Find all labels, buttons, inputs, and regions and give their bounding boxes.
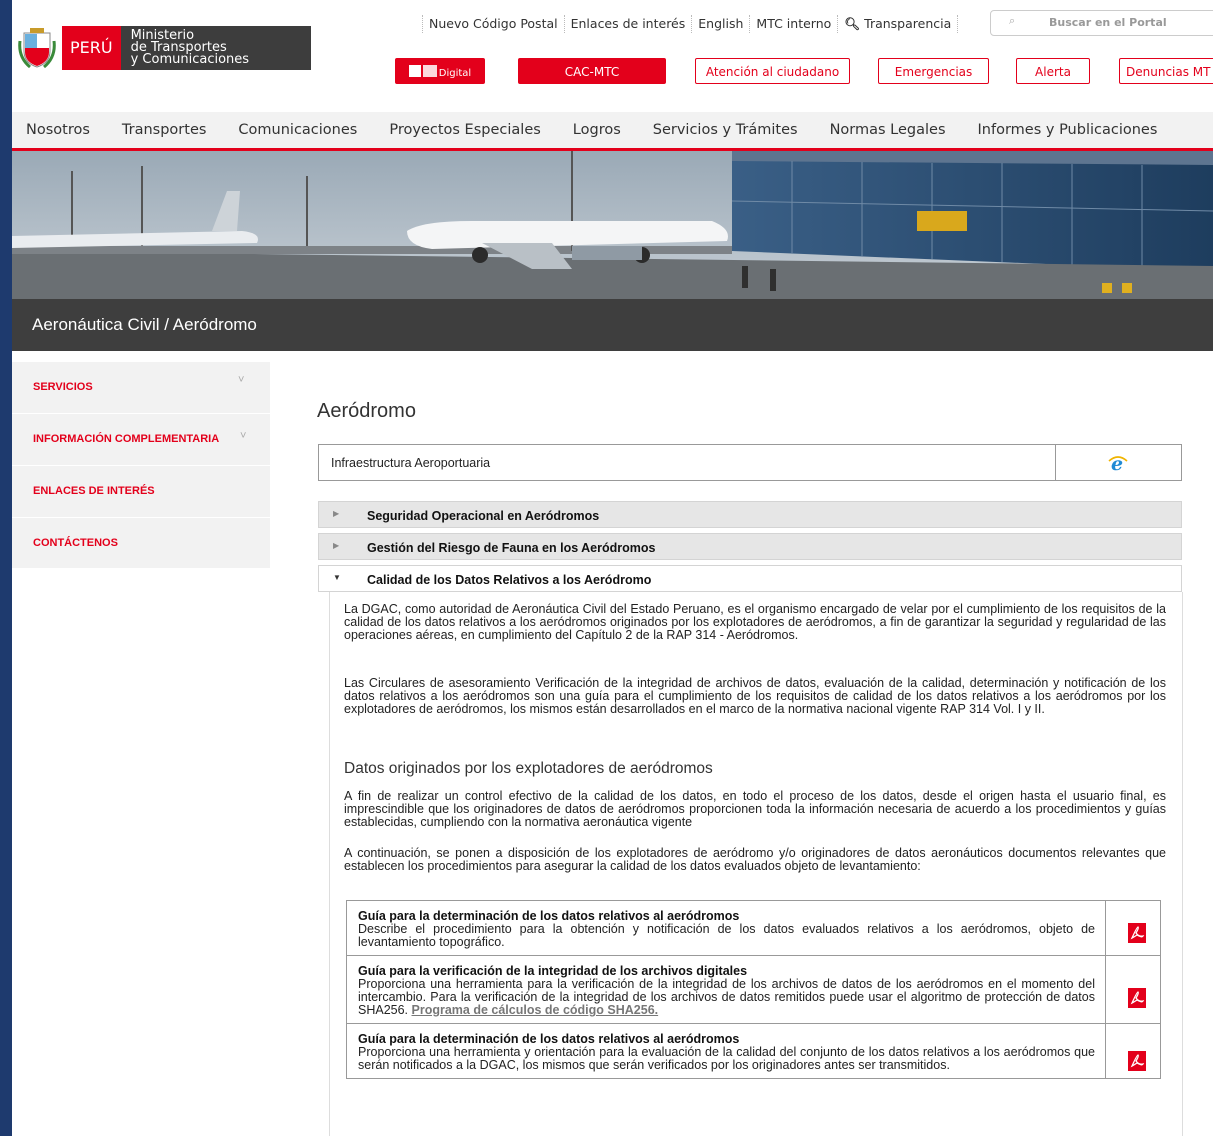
paragraph-continuacion: A continuación, se ponen a disposición d… [344, 846, 1166, 873]
caret-right-icon: ▶ [333, 509, 340, 518]
page-title: Aeródromo [317, 400, 416, 422]
link-mtc-interno[interactable]: MTC interno [749, 15, 837, 33]
subheading-datos: Datos originados por los explotadores de… [344, 760, 713, 777]
top-links: Nuevo Código Postal Enlaces de interés E… [422, 15, 959, 33]
denuncias-button[interactable]: Denuncias MT [1119, 58, 1213, 84]
cac-mtc-button[interactable]: CAC-MTC [518, 58, 666, 84]
sidebar-item-contactenos[interactable]: CONTÁCTENOS [12, 518, 270, 569]
airport-banner-image [12, 151, 1213, 299]
magnifier-icon: ⌕ [1009, 15, 1016, 27]
nav-servicios[interactable]: Servicios y Trámites [637, 112, 814, 148]
search-icon: 🔍︎ [844, 16, 861, 31]
table-row: Guía para la determinación de los datos … [347, 901, 1160, 956]
sidebar-item-enlaces[interactable]: ENLACES DE INTERÉS [12, 466, 270, 518]
search-input[interactable]: ⌕ Buscar en el Portal [990, 10, 1213, 36]
page: PERÚ Ministerio de Transportes y Comunic… [12, 0, 1213, 1136]
accordion-seguridad[interactable]: ▶ Seguridad Operacional en Aeródromos [318, 501, 1182, 528]
pdf-icon[interactable] [1128, 923, 1146, 943]
sidebar-item-informacion[interactable]: INFORMACIÓN COMPLEMENTARIA ˅ [12, 414, 270, 466]
infra-table: Infraestructura Aeroportuaria e [318, 444, 1182, 481]
nav-informes[interactable]: Informes y Publicaciones [962, 112, 1174, 148]
nav-normas[interactable]: Normas Legales [814, 112, 962, 148]
svg-text:e: e [1111, 453, 1123, 473]
documents-table: Guía para la determinación de los datos … [346, 900, 1161, 1079]
alerta-button[interactable]: Alerta [1016, 58, 1090, 84]
mtc-digital-icon [408, 65, 437, 77]
section-title: Aeronáutica Civil / Aeródromo [32, 315, 257, 334]
caret-down-icon: ▼ [333, 573, 341, 582]
nav-comunicaciones[interactable]: Comunicaciones [222, 112, 373, 148]
ie-link-cell[interactable]: e [1055, 445, 1182, 480]
infra-label: Infraestructura Aeroportuaria [331, 456, 491, 470]
table-row: Guía para la determinación de los datos … [347, 1024, 1160, 1078]
link-transparencia[interactable]: 🔍︎ Transparencia [837, 15, 959, 33]
sidebar: SERVICIOS ˅ INFORMACIÓN COMPLEMENTARIA ˅… [12, 362, 270, 568]
atencion-button[interactable]: Atención al ciudadano [695, 58, 850, 84]
accordion-calidad[interactable]: ▼ Calidad de los Datos Relativos a los A… [318, 565, 1182, 592]
nav-transportes[interactable]: Transportes [106, 112, 223, 148]
nav-logros[interactable]: Logros [557, 112, 637, 148]
header: PERÚ Ministerio de Transportes y Comunic… [12, 0, 1213, 110]
sidebar-item-servicios[interactable]: SERVICIOS ˅ [12, 362, 270, 414]
emergencias-button[interactable]: Emergencias [878, 58, 989, 84]
accordion-fauna[interactable]: ▶ Gestión del Riesgo de Fauna en los Aer… [318, 533, 1182, 560]
doc-desc: Describe el procedimiento para la obtenc… [358, 922, 1095, 949]
nav-proyectos[interactable]: Proyectos Especiales [373, 112, 556, 148]
link-english[interactable]: English [691, 15, 749, 33]
pdf-icon[interactable] [1128, 1051, 1146, 1071]
link-enlaces[interactable]: Enlaces de interés [563, 15, 692, 33]
paragraph-circulares: Las Circulares de asesoramiento Verifica… [344, 676, 1166, 716]
main-nav: Nosotros Transportes Comunicaciones Proy… [12, 112, 1213, 148]
caret-right-icon: ▶ [333, 541, 340, 550]
nav-nosotros[interactable]: Nosotros [12, 112, 106, 148]
chevron-down-icon: ˅ [238, 374, 245, 386]
section-title-bar: Aeronáutica Civil / Aeródromo [12, 299, 1213, 351]
paragraph-control: A fin de realizar un control efectivo de… [344, 789, 1166, 829]
mtc-digital-button[interactable]: Digital [395, 58, 485, 84]
pdf-icon[interactable] [1128, 988, 1146, 1008]
link-codigo-postal[interactable]: Nuevo Código Postal [422, 15, 564, 33]
table-row: Guía para la verificación de la integrid… [347, 956, 1160, 1024]
banner-illustration [12, 151, 1213, 299]
sha256-link[interactable]: Programa de cálculos de código SHA256. [412, 1003, 659, 1017]
internet-explorer-icon: e [1108, 453, 1128, 473]
paragraph-dgac: La DGAC, como autoridad de Aeronáutica C… [344, 602, 1166, 642]
search-placeholder: Buscar en el Portal [1049, 16, 1167, 29]
chevron-down-icon: ˅ [240, 430, 247, 442]
doc-desc: Proporciona una herramienta y orientació… [358, 1045, 1095, 1072]
header-buttons: Digital CAC-MTC Atención al ciudadano Em… [12, 58, 1213, 84]
